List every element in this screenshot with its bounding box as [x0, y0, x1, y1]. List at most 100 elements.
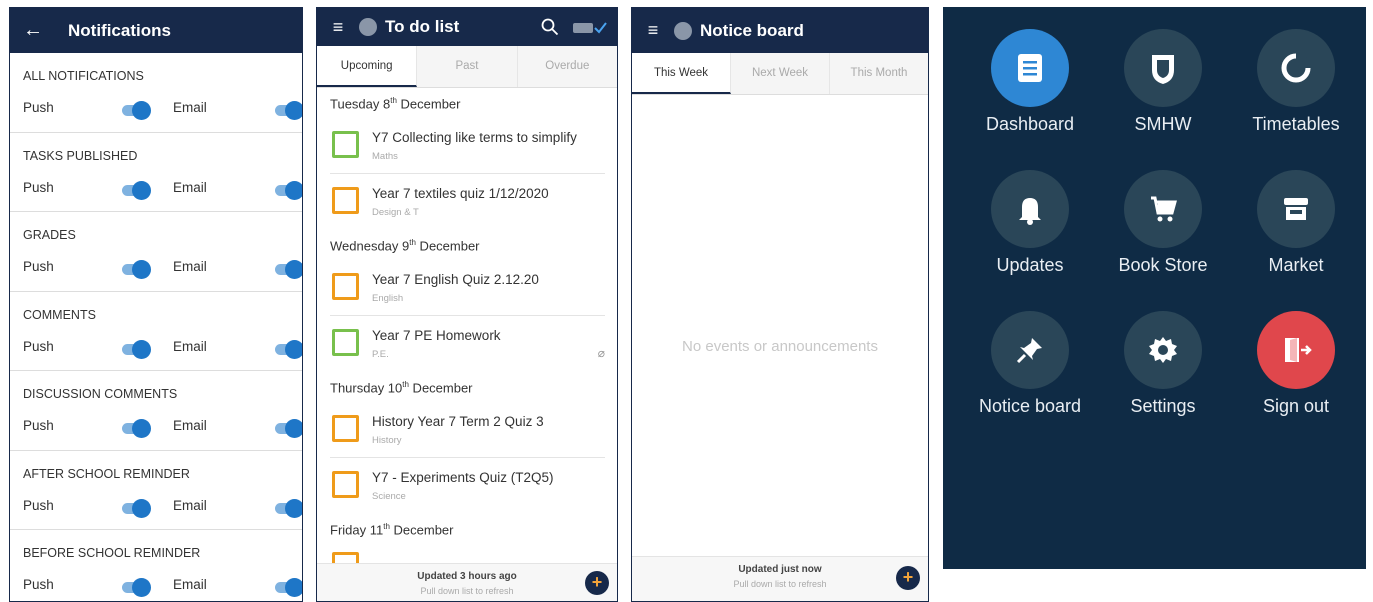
push-toggle[interactable]: [122, 101, 152, 120]
notice-board-screen: ≡ Notice board This Week Next Week This Mo…: [631, 7, 929, 602]
tab-this-week[interactable]: This Week: [632, 53, 731, 94]
menu-tile-sign-out[interactable]: Sign out: [1229, 311, 1363, 417]
email-toggle[interactable]: [275, 498, 302, 518]
filter-toggle-icon[interactable]: [573, 21, 607, 35]
task-checkbox[interactable]: [332, 329, 359, 356]
menu-tile-circle: [1124, 311, 1202, 389]
menu-icon[interactable]: ≡: [317, 17, 359, 38]
attachment-icon: ⌀: [597, 346, 605, 360]
task-row[interactable]: Y7 Collecting like terms to simplify Math…: [330, 118, 605, 174]
menu-icon[interactable]: ≡: [632, 20, 674, 41]
task-checkbox[interactable]: [332, 415, 359, 442]
search-icon[interactable]: [541, 18, 559, 36]
email-toggle[interactable]: [275, 578, 302, 597]
section-heading: ALL NOTIFICATIONS: [23, 69, 144, 83]
menu-tile-book-store[interactable]: Book Store: [1096, 170, 1230, 276]
toggle-knob: [132, 498, 151, 518]
toggle-knob: [132, 339, 151, 359]
menu-tile-dashboard[interactable]: Dashboard: [963, 29, 1097, 135]
menu-tile-label: Timetables: [1252, 114, 1340, 134]
email-toggle[interactable]: [275, 419, 302, 438]
task-checkbox[interactable]: [332, 471, 359, 498]
day-label: Friday 11: [330, 522, 384, 538]
push-toggle[interactable]: [122, 339, 152, 359]
menu-tile-smhw[interactable]: SMHW: [1096, 29, 1230, 135]
task-subject: P.E.: [372, 349, 389, 360]
toggle-row: Push Email: [23, 498, 302, 518]
todo-list: Tuesday 8th December Y7 Collecting like t…: [317, 88, 617, 574]
notification-section: COMMENTS Push Email: [10, 292, 302, 371]
push-toggle[interactable]: [122, 498, 152, 518]
menu-tile-updates[interactable]: Updates: [963, 170, 1097, 276]
task-title: Y7 - Experiments Quiz (T2Q5): [372, 470, 554, 485]
tab-next-week[interactable]: Next Week: [731, 53, 830, 94]
menu-tile-circle: [991, 29, 1069, 107]
back-arrow-icon[interactable]: ←: [10, 19, 56, 42]
menu-tile-circle: [1257, 311, 1335, 389]
task-subject: History: [372, 435, 402, 446]
task-checkbox[interactable]: [332, 273, 359, 300]
notice-footer: Updated just now Pull down list to refre…: [632, 556, 928, 601]
toggle-row: Push Email: [23, 100, 302, 120]
task-row[interactable]: History Year 7 Term 2 Quiz 3 History: [330, 402, 605, 458]
day-heading: Wednesday 9th December: [317, 230, 617, 260]
toggle-knob: [132, 260, 151, 279]
updated-status: Updated just now: [738, 564, 822, 575]
section-heading: AFTER SCHOOL REMINDER: [23, 466, 190, 481]
email-toggle[interactable]: [275, 339, 302, 359]
todo-screen: ≡ To do list Upcoming Past Overdue Tuesday…: [316, 7, 618, 602]
menu-tile-circle: [1124, 29, 1202, 107]
menu-tile-label: Settings: [1130, 396, 1196, 416]
push-toggle[interactable]: [122, 260, 152, 279]
add-button[interactable]: +: [585, 571, 609, 595]
toggle-knob: [132, 180, 151, 200]
task-row[interactable]: Y7 - Experiments Quiz (T2Q5) Science: [330, 458, 605, 514]
section-heading: GRADES: [23, 228, 76, 242]
task-checkbox[interactable]: [332, 131, 359, 158]
tab-upcoming[interactable]: Upcoming: [317, 46, 418, 87]
push-toggle[interactable]: [122, 180, 152, 200]
notification-section: DISCUSSION COMMENTS Push Email: [10, 371, 302, 451]
section-heading: BEFORE SCHOOL REMINDER: [23, 546, 201, 560]
add-button[interactable]: +: [896, 566, 920, 590]
notification-section: BEFORE SCHOOL REMINDER Push Email: [10, 530, 302, 601]
push-label: Push: [23, 259, 54, 274]
day-month: December: [408, 380, 473, 396]
email-label: Email: [173, 497, 207, 513]
tab-past[interactable]: Past: [417, 46, 518, 87]
menu-screen: Dashboard SMHW Timetables Updates Book Store…: [943, 7, 1366, 569]
menu-tile-label: Market: [1268, 255, 1324, 275]
toggle-knob: [132, 419, 151, 438]
task-row[interactable]: Year 7 English Quiz 2.12.20 English: [330, 260, 605, 316]
dashboard-icon: [1018, 54, 1042, 82]
push-toggle[interactable]: [122, 419, 152, 438]
menu-tile-timetables[interactable]: Timetables: [1229, 29, 1363, 135]
day-label: Thursday 10: [330, 380, 403, 396]
task-checkbox[interactable]: [332, 187, 359, 214]
menu-tile-market[interactable]: Market: [1229, 170, 1363, 276]
task-subject: Science: [372, 491, 406, 502]
menu-tile-settings[interactable]: Settings: [1096, 311, 1230, 417]
task-row[interactable]: Year 7 textiles quiz 1/12/2020 Design & T: [330, 174, 605, 230]
task-row[interactable]: Year 7 PE Homework P.E. ⌀: [330, 316, 605, 372]
toggle-knob: [285, 180, 302, 200]
task-subject: Design & T: [372, 207, 419, 218]
email-toggle[interactable]: [275, 180, 302, 200]
day-month: December: [396, 96, 461, 112]
day-task-group: History Year 7 Term 2 Quiz 3 History Y7 - …: [317, 402, 617, 514]
email-toggle[interactable]: [275, 260, 302, 279]
tab-this-month[interactable]: This Month: [830, 53, 928, 94]
push-label: Push: [23, 497, 54, 513]
menu-tile-label: Dashboard: [985, 114, 1075, 134]
pin-icon: [1016, 338, 1042, 364]
tab-overdue[interactable]: Overdue: [518, 46, 617, 87]
email-toggle[interactable]: [275, 101, 302, 120]
push-toggle[interactable]: [122, 578, 152, 597]
notification-section: ALL NOTIFICATIONS Push Email: [10, 53, 302, 133]
plus-icon: +: [591, 572, 603, 592]
gear-icon: [1149, 337, 1177, 363]
email-label: Email: [173, 100, 207, 115]
menu-tile-notice-board[interactable]: Notice board: [963, 311, 1097, 417]
menu-tile-circle: [1124, 170, 1202, 248]
toggle-knob: [285, 339, 302, 359]
